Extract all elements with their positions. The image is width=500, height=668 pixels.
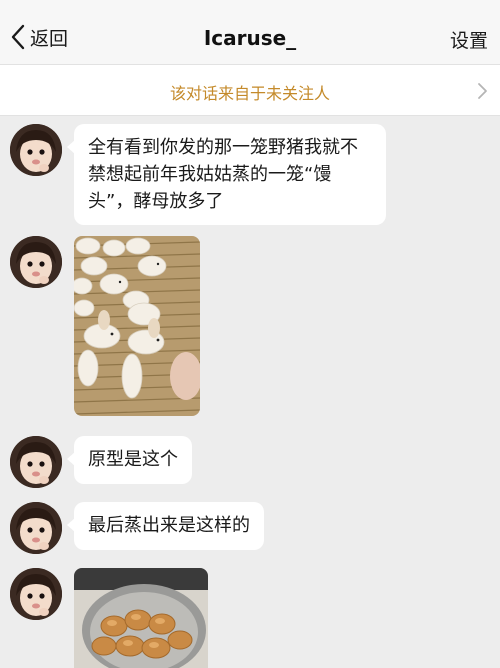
message-image-dough[interactable] <box>74 236 200 416</box>
avatar-image <box>10 502 62 554</box>
banner-text: 该对话来自于未关注人 <box>169 84 330 103</box>
nav-bar: 返回 Icaruse_ 设置 <box>0 0 500 64</box>
chevron-right-icon <box>478 83 487 99</box>
message-image-steamed-buns[interactable] <box>74 568 208 668</box>
message-bubble[interactable]: 原型是这个 <box>67 436 192 484</box>
dough-pig-photo <box>74 236 200 416</box>
page-title: Icaruse_ <box>203 26 297 50</box>
stranger-notice-banner[interactable]: 该对话来自于未关注人 <box>0 64 500 116</box>
avatar[interactable] <box>10 568 62 620</box>
avatar-image <box>10 124 62 176</box>
message-bubble[interactable]: 全有看到你发的那一笼野猪我就不禁想起前年我姑姑蒸的一笼“馒头”，酵母放多了 <box>67 124 386 225</box>
message-row <box>0 236 500 418</box>
avatar-image <box>10 568 62 620</box>
avatar-image <box>10 436 62 488</box>
avatar[interactable] <box>10 436 62 488</box>
message-row: 最后蒸出来是这样的 <box>0 502 500 554</box>
avatar-image <box>10 236 62 288</box>
message-bubble[interactable]: 最后蒸出来是这样的 <box>67 502 264 550</box>
avatar[interactable] <box>10 124 62 176</box>
message-row: 原型是这个 <box>0 436 500 488</box>
message-row: 全有看到你发的那一笼野猪我就不禁想起前年我姑姑蒸的一笼“馒头”，酵母放多了 <box>0 124 500 225</box>
message-row <box>0 568 500 668</box>
settings-button[interactable]: 设置 <box>450 26 488 53</box>
avatar[interactable] <box>10 236 62 288</box>
steamed-buns-photo <box>74 568 208 668</box>
avatar[interactable] <box>10 502 62 554</box>
